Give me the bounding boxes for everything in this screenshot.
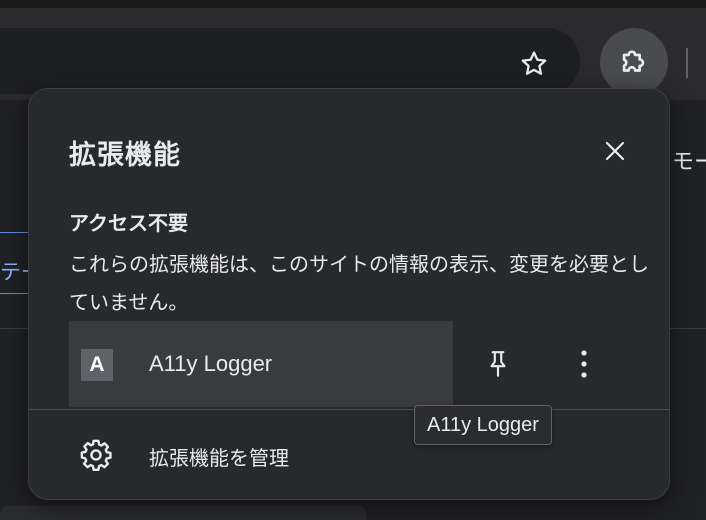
extension-more-button[interactable] xyxy=(563,343,605,385)
close-icon xyxy=(605,141,625,161)
tab-strip xyxy=(0,0,706,8)
pin-extension-button[interactable] xyxy=(477,343,519,385)
manage-extensions-label: 拡張機能を管理 xyxy=(149,446,289,470)
extension-tooltip: A11y Logger xyxy=(414,405,552,445)
page-bottom-bar xyxy=(0,506,366,520)
browser-toolbar xyxy=(0,8,706,100)
more-vert-icon xyxy=(581,350,587,378)
gear-icon xyxy=(79,438,113,472)
extension-a-icon: A xyxy=(81,349,113,381)
manage-extensions-item[interactable]: 拡張機能を管理 xyxy=(29,410,669,498)
extensions-menu-title: 拡張機能 xyxy=(69,140,181,171)
toolbar-divider xyxy=(686,48,688,78)
star-icon xyxy=(521,51,547,75)
extension-name: A11y Logger xyxy=(149,351,273,376)
section-description: これらの拡張機能は、このサイトの情報の表示、変更を必要としていません。 xyxy=(69,252,649,314)
page-right-text: モー xyxy=(672,150,706,175)
section-heading: アクセス不要 xyxy=(69,211,188,235)
extension-item[interactable]: A A11y Logger xyxy=(69,321,453,407)
extensions-menu: 拡張機能 アクセス不要 これらの拡張機能は、このサイトの情報の表示、変更を必要と… xyxy=(28,88,670,500)
bookmark-star-button[interactable] xyxy=(512,42,556,86)
address-bar[interactable] xyxy=(0,28,580,94)
extensions-button[interactable] xyxy=(600,28,668,96)
pin-icon xyxy=(490,351,506,377)
puzzle-icon xyxy=(622,50,645,72)
close-button[interactable] xyxy=(595,131,635,171)
browser-window: テー モー 拡張機能 アクセス不要 これらの拡張機能は、このサイトの情報の表示、… xyxy=(0,0,706,520)
